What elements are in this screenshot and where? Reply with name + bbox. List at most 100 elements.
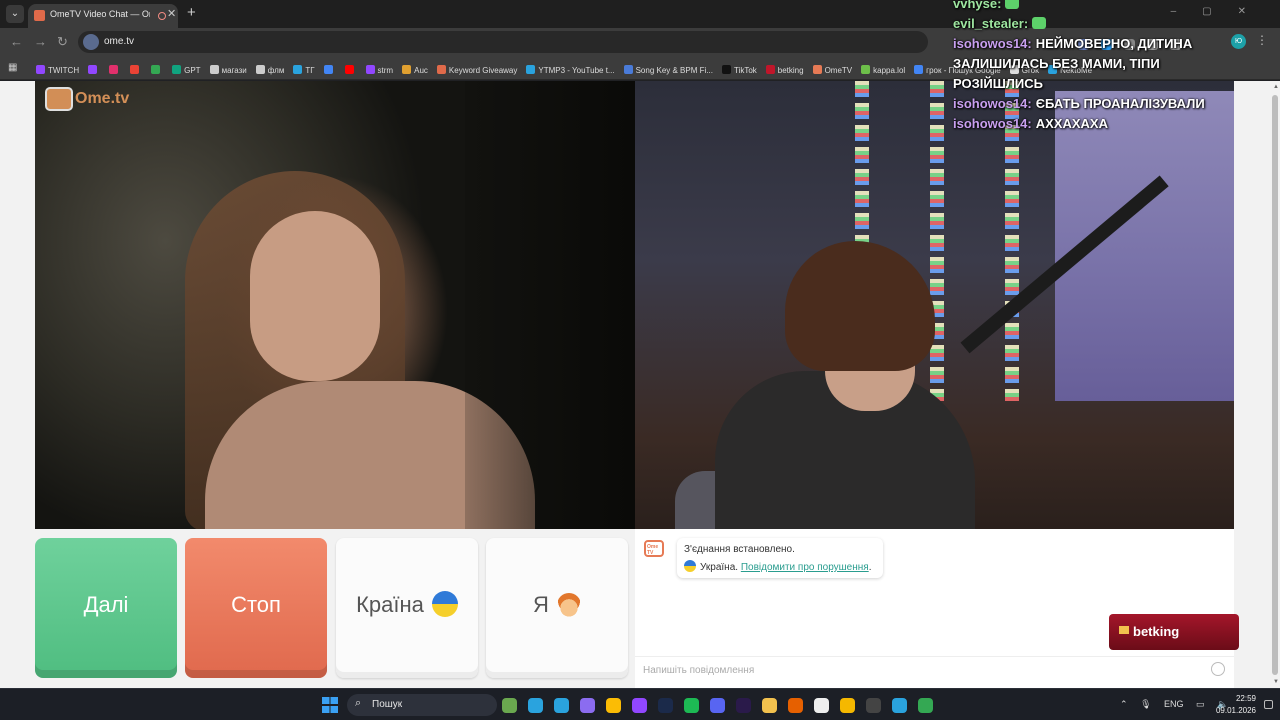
gender-button[interactable]: Я <box>486 538 628 678</box>
ometv-favicon-icon <box>34 10 45 21</box>
ometv-page: Ome.tv Далі Стоп Країна Я Ome TV З'єднан… <box>0 81 1280 688</box>
bookmark-item[interactable] <box>151 64 163 75</box>
overlay-message: isohowos14: НЕЙМОВЕРНО, ДИТИНА ЗАЛИШИЛАСЬ… <box>953 34 1253 94</box>
premiere-icon[interactable] <box>736 698 751 714</box>
report-suffix: . <box>868 562 872 573</box>
taskbar-search[interactable]: ⌕ Пошук <box>347 694 497 716</box>
bookmark-icon <box>721 64 731 74</box>
back-button[interactable]: ← <box>10 34 23 50</box>
telegram-icon[interactable] <box>554 698 569 714</box>
bookmark-item[interactable]: Keyword Giveaway <box>436 64 517 75</box>
spotify-icon[interactable] <box>684 698 699 714</box>
bookmark-label: TikTok <box>733 65 757 75</box>
country-name: Україна. <box>700 562 739 573</box>
bookmark-item[interactable]: магази <box>209 64 247 75</box>
network-icon[interactable]: ▭ <box>1196 699 1205 710</box>
chevron-up-icon[interactable]: ⌃ <box>1120 699 1128 710</box>
bookmark-item[interactable]: флм <box>255 64 284 75</box>
connection-status: З'єднання встановлено. <box>684 544 795 555</box>
bookmark-item[interactable] <box>323 64 336 75</box>
twitch-icon[interactable] <box>632 698 647 714</box>
bookmark-item[interactable] <box>344 64 357 75</box>
photoshop-icon[interactable] <box>658 698 673 714</box>
new-tab-button[interactable]: + <box>187 5 196 21</box>
copilot-icon[interactable] <box>580 698 595 714</box>
bookmark-item[interactable]: YTMP3 - YouTube t... <box>526 64 615 75</box>
address-bar[interactable]: ome.tv <box>78 31 928 53</box>
overlay-username: isohowos14: <box>953 36 1032 51</box>
site-info-icon[interactable] <box>83 34 99 50</box>
bookmark-label: Song Key & BPM Fi... <box>635 65 713 75</box>
bookmark-item[interactable]: kappa.lol <box>861 64 905 75</box>
bookmarks-list: TWITCH GPT магази флм ТГ strm Auc Keyword Givea… <box>36 61 1101 79</box>
overlay-message-text: ЄБАТЬ ПРОАНАЛІЗУВАЛИ <box>1035 96 1205 111</box>
bookmark-item[interactable] <box>130 64 142 75</box>
apps-grid-icon[interactable]: ▦ <box>8 62 17 73</box>
overlay-username: isohowos14: <box>953 96 1032 111</box>
bookmark-item[interactable]: OmeTV <box>812 64 852 75</box>
close-tab-icon[interactable]: ✕ <box>167 7 176 20</box>
page-scrollbar[interactable]: ▲ ▼ <box>1270 81 1280 688</box>
bookmark-label: GPT <box>184 65 201 75</box>
forward-button[interactable]: → <box>34 34 47 50</box>
recording-icon <box>158 12 166 20</box>
next-button[interactable]: Далі <box>35 538 177 678</box>
scroll-up-icon[interactable]: ▲ <box>1273 84 1279 90</box>
stop-button[interactable]: Стоп <box>185 538 327 678</box>
bookmark-item[interactable]: Song Key & BPM Fi... <box>623 64 713 75</box>
message-input[interactable] <box>643 663 1203 677</box>
bookmark-icon <box>151 64 161 74</box>
microphone-icon[interactable]: 🎙 <box>1140 699 1151 710</box>
firefox-icon[interactable] <box>788 698 803 714</box>
scroll-down-icon[interactable]: ▼ <box>1273 679 1279 685</box>
bookmark-item[interactable]: Auc <box>402 64 428 75</box>
windows-start-icon[interactable] <box>322 697 338 713</box>
explorer-icon[interactable] <box>762 698 777 714</box>
tab-search-button[interactable]: ⌄ <box>6 5 24 23</box>
betking-overlay: betking <box>1109 614 1239 650</box>
clock[interactable]: 22:59 09.01.2026 <box>1216 693 1256 717</box>
chrome-2-icon[interactable] <box>918 698 933 714</box>
obs-icon[interactable] <box>866 698 881 714</box>
overlay-username: vvhyse: <box>953 0 1002 11</box>
bookmark-icon <box>36 64 45 74</box>
watermark-text: Ome.tv <box>75 90 130 107</box>
chrome-icon[interactable] <box>606 698 621 714</box>
bookmark-item[interactable]: ТГ <box>293 64 315 75</box>
report-link[interactable]: Повідомити про порушення <box>741 562 869 573</box>
file-icon[interactable] <box>814 698 829 714</box>
language-indicator[interactable]: ENG <box>1164 699 1184 709</box>
telegram-2-icon[interactable] <box>892 698 907 714</box>
smile-icon[interactable] <box>1211 662 1225 676</box>
ometv-watermark: Ome.tv <box>45 87 129 111</box>
next-label: Далі <box>83 592 129 617</box>
crown-icon <box>1119 626 1129 634</box>
bookmark-item[interactable]: TWITCH <box>36 64 79 75</box>
chat-panel: Ome TV З'єднання встановлено. Україна. П… <box>635 529 1234 688</box>
bookmark-icon <box>526 64 536 74</box>
pinned-apps <box>502 697 944 715</box>
video-shadow <box>465 81 635 529</box>
reload-button[interactable]: ↻ <box>57 34 68 50</box>
notification-icon[interactable] <box>1264 700 1273 709</box>
url-text[interactable]: ome.tv <box>104 36 134 47</box>
emote-icon <box>1005 0 1020 9</box>
bookmark-item[interactable]: strm <box>365 64 393 75</box>
widgets-icon[interactable] <box>502 698 517 714</box>
string-lights <box>930 81 944 401</box>
edge-icon[interactable] <box>528 698 543 714</box>
discord-icon[interactable] <box>710 698 725 714</box>
bookmark-item[interactable] <box>88 64 100 75</box>
country-label: Країна <box>356 592 424 617</box>
bookmark-item[interactable]: betking <box>765 64 804 75</box>
bookmark-item[interactable]: GPT <box>172 64 201 75</box>
app-icon[interactable] <box>840 698 855 714</box>
bookmark-item[interactable] <box>109 64 121 75</box>
more-menu-icon[interactable]: ⋮ <box>1256 33 1268 47</box>
overlay-message-text: АХХАХАХА <box>1035 116 1108 131</box>
tab-ometv[interactable]: OmeTV Video Chat — Ome ✕ <box>28 4 178 28</box>
country-button[interactable]: Країна <box>336 538 478 678</box>
scroll-thumb[interactable] <box>1272 95 1278 675</box>
stop-label: Стоп <box>231 592 281 617</box>
bookmark-item[interactable]: TikTok <box>721 64 757 75</box>
